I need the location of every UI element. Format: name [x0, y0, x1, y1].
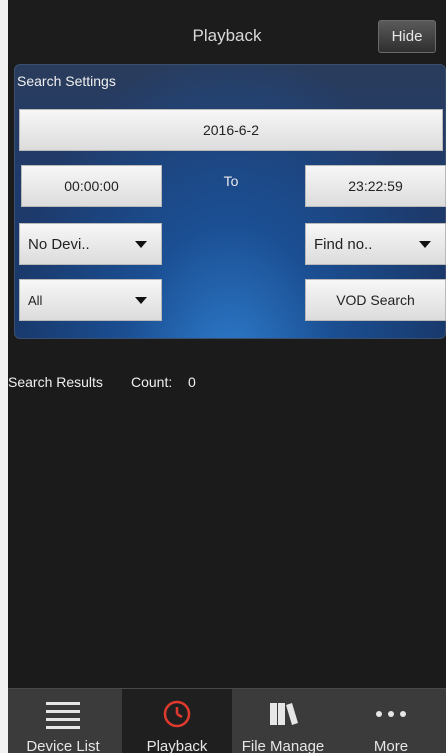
device-select-value: No Devi..: [28, 235, 90, 253]
search-settings-title: Search Settings: [17, 73, 116, 89]
list-icon: [46, 699, 80, 734]
nav-device-list[interactable]: Device List: [8, 689, 118, 753]
count-label: Count:: [131, 374, 173, 390]
more-icon: [374, 699, 408, 734]
nav-device-list-label: Device List: [26, 738, 100, 753]
nav-file-manage-label: File Manage: [241, 738, 325, 753]
type-select[interactable]: All: [19, 279, 162, 321]
nav-more-label: More: [373, 738, 409, 753]
chevron-down-icon: [135, 241, 147, 248]
search-results-label: Search Results: [8, 374, 103, 390]
vod-search-button[interactable]: VOD Search: [305, 279, 446, 321]
nav-more[interactable]: More: [336, 689, 446, 753]
find-select[interactable]: Find no..: [305, 223, 446, 265]
chevron-down-icon: [419, 241, 431, 248]
search-settings-panel: Search Settings 2016-6-2 00:00:00 To 23:…: [14, 64, 446, 339]
nav-file-manage[interactable]: File Manage: [228, 689, 338, 753]
count-value: 0: [188, 374, 196, 390]
search-results-header: Search Results Count: 0: [8, 346, 446, 390]
clock-icon: [162, 699, 192, 734]
hide-button[interactable]: Hide: [378, 20, 436, 53]
device-select[interactable]: No Devi..: [19, 223, 162, 265]
files-icon: [268, 699, 298, 734]
end-time-button[interactable]: 23:22:59: [305, 165, 446, 207]
type-select-value: All: [28, 292, 43, 308]
date-button[interactable]: 2016-6-2: [19, 109, 443, 151]
app-screen: Playback Hide Search Settings 2016-6-2 0…: [8, 0, 446, 753]
chevron-down-icon: [135, 297, 147, 304]
nav-playback[interactable]: Playback: [122, 689, 232, 753]
find-select-value: Find no..: [314, 235, 373, 253]
bottom-navigation: Device List Playback File Manage More: [8, 688, 446, 753]
nav-playback-label: Playback: [146, 738, 208, 753]
top-bar: Playback Hide: [8, 0, 446, 64]
